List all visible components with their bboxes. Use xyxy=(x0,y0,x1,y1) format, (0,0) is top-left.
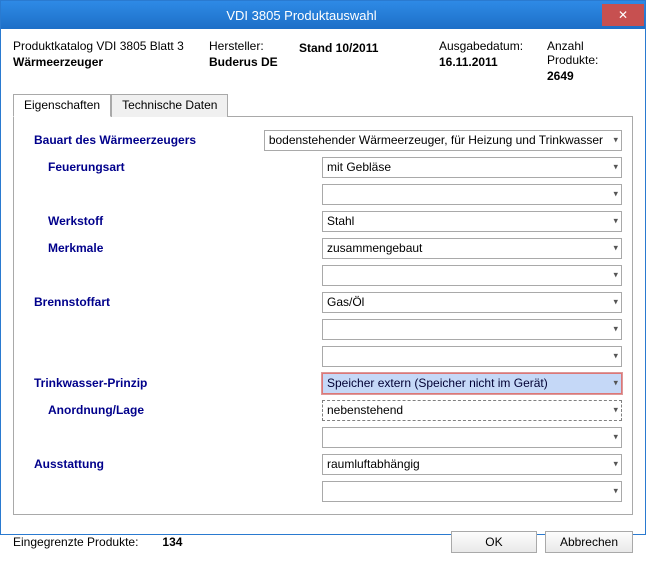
property-label: Merkmale xyxy=(24,241,314,255)
manufacturer-value: Buderus DE xyxy=(209,55,299,69)
property-row: Brennstoffart Gas/Öl ▾ xyxy=(24,291,622,313)
property-label: Anordnung/Lage xyxy=(24,403,314,417)
property-row: Feuerungsart mit Gebläse ▾ xyxy=(24,156,622,178)
chevron-down-icon: ▾ xyxy=(613,486,618,497)
property-label: Trinkwasser-Prinzip xyxy=(24,376,314,390)
property-select[interactable]: nebenstehend ▾ xyxy=(322,400,622,421)
property-label: Feuerungsart xyxy=(24,160,314,174)
property-select[interactable]: ▾ xyxy=(322,265,622,286)
tab-properties[interactable]: Eigenschaften xyxy=(13,94,111,117)
property-label: Werkstoff xyxy=(24,214,314,228)
property-row: Werkstoff Stahl ▾ xyxy=(24,210,622,232)
tab-panel-properties: Bauart des Wärmeerzeugers bodenstehender … xyxy=(13,117,633,515)
property-row: Trinkwasser-Prinzip Speicher extern (Spei… xyxy=(24,372,622,394)
chevron-down-icon: ▾ xyxy=(613,405,618,416)
edition-value: Stand 10/2011 xyxy=(299,41,439,55)
property-row: Ausstattung raumluftabhängig ▾ xyxy=(24,453,622,475)
product-count-value: 2649 xyxy=(547,69,633,83)
property-row: ▾ xyxy=(24,480,622,502)
property-select-value: nebenstehend xyxy=(327,403,403,417)
product-count-label: Anzahl Produkte: xyxy=(547,39,633,67)
property-select-value: zusammengebaut xyxy=(327,241,422,255)
property-label: Ausstattung xyxy=(24,457,314,471)
limited-products-label: Eingegrenzte Produkte: xyxy=(13,535,138,549)
property-select[interactable]: ▾ xyxy=(322,319,622,340)
chevron-down-icon: ▾ xyxy=(613,216,618,227)
property-row: ▾ xyxy=(24,426,622,448)
titlebar: VDI 3805 Produktauswahl ✕ xyxy=(1,1,645,29)
property-row: ▾ xyxy=(24,264,622,286)
property-select[interactable]: bodenstehender Wärmeerzeuger, für Heizun… xyxy=(264,130,622,151)
property-label: Bauart des Wärmeerzeugers xyxy=(24,133,256,147)
property-select-value: raumluftabhängig xyxy=(327,457,420,471)
property-select[interactable]: Speicher extern (Speicher nicht im Gerät… xyxy=(322,373,622,394)
property-select-value: Gas/Öl xyxy=(327,295,364,309)
property-row: Merkmale zusammengebaut ▾ xyxy=(24,237,622,259)
chevron-down-icon: ▾ xyxy=(613,162,618,173)
property-row: Bauart des Wärmeerzeugers bodenstehender … xyxy=(24,129,622,151)
close-button[interactable]: ✕ xyxy=(602,4,644,26)
property-select[interactable]: Gas/Öl ▾ xyxy=(322,292,622,313)
property-select[interactable]: mit Gebläse ▾ xyxy=(322,157,622,178)
property-select[interactable]: ▾ xyxy=(322,184,622,205)
footer: Eingegrenzte Produkte: 134 OK Abbrechen xyxy=(1,523,645,563)
property-select-value: Stahl xyxy=(327,214,354,228)
property-select-value: Speicher extern (Speicher nicht im Gerät… xyxy=(327,376,548,390)
catalog-value: Wärmeerzeuger xyxy=(13,55,209,69)
tab-strip: Eigenschaften Technische Daten xyxy=(13,93,633,117)
catalog-label: Produktkatalog VDI 3805 Blatt 3 xyxy=(13,39,209,53)
property-select[interactable]: zusammengebaut ▾ xyxy=(322,238,622,259)
issue-date-label: Ausgabedatum: xyxy=(439,39,547,53)
property-select-value: bodenstehender Wärmeerzeuger, für Heizun… xyxy=(269,133,603,147)
header-info: Produktkatalog VDI 3805 Blatt 3 Wärmeerz… xyxy=(13,39,633,83)
ok-button[interactable]: OK xyxy=(451,531,537,553)
property-select[interactable]: ▾ xyxy=(322,346,622,367)
window-title: VDI 3805 Produktauswahl xyxy=(1,8,602,23)
chevron-down-icon: ▾ xyxy=(613,135,618,146)
tab-technical[interactable]: Technische Daten xyxy=(111,94,228,117)
chevron-down-icon: ▾ xyxy=(613,270,618,281)
chevron-down-icon: ▾ xyxy=(613,189,618,200)
chevron-down-icon: ▾ xyxy=(613,432,618,443)
property-label: Brennstoffart xyxy=(24,295,314,309)
cancel-button[interactable]: Abbrechen xyxy=(545,531,633,553)
content-area: Produktkatalog VDI 3805 Blatt 3 Wärmeerz… xyxy=(1,29,645,523)
chevron-down-icon: ▾ xyxy=(613,324,618,335)
property-select-value: mit Gebläse xyxy=(327,160,391,174)
property-row: Anordnung/Lage nebenstehend ▾ xyxy=(24,399,622,421)
property-select[interactable]: raumluftabhängig ▾ xyxy=(322,454,622,475)
chevron-down-icon: ▾ xyxy=(613,459,618,470)
property-select[interactable]: Stahl ▾ xyxy=(322,211,622,232)
chevron-down-icon: ▾ xyxy=(613,243,618,254)
chevron-down-icon: ▾ xyxy=(613,378,618,389)
property-row: ▾ xyxy=(24,183,622,205)
manufacturer-label: Hersteller: xyxy=(209,39,299,53)
close-icon: ✕ xyxy=(618,8,628,22)
chevron-down-icon: ▾ xyxy=(613,297,618,308)
property-row: ▾ xyxy=(24,345,622,367)
chevron-down-icon: ▾ xyxy=(613,351,618,362)
issue-date-value: 16.11.2011 xyxy=(439,55,547,69)
property-row: ▾ xyxy=(24,318,622,340)
property-select[interactable]: ▾ xyxy=(322,481,622,502)
limited-products-value: 134 xyxy=(162,535,182,549)
property-select[interactable]: ▾ xyxy=(322,427,622,448)
